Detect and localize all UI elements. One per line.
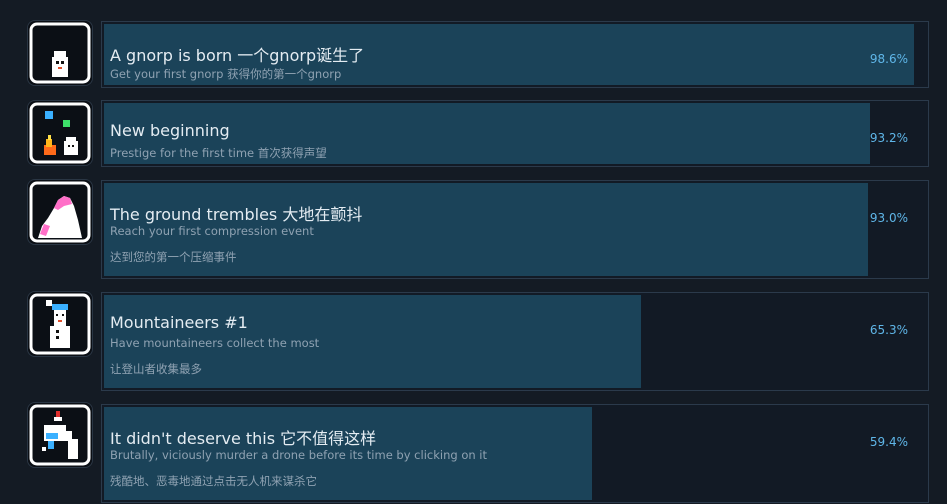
achievement-title: A gnorp is born 一个gnorp诞生了 [110,46,365,65]
achievement-description-cn: 让登山者收集最多 [110,362,202,376]
achievement-title: The ground trembles 大地在颤抖 [110,205,363,224]
achievement-percent: 98.6% [869,52,908,66]
achievement-percent: 65.3% [869,323,908,337]
pink-mountain-icon [28,180,92,244]
achievement-page: { "achievements": [ { "title": "A gnorp … [0,0,947,504]
achievement-panel[interactable]: Mountaineers #1 Have mountaineers collec… [101,292,929,391]
achievement-panel[interactable]: New beginning Prestige for the first tim… [101,100,929,167]
mountaineer-icon [28,292,92,356]
drone-hand-icon [28,403,92,467]
achievement-percent: 59.4% [869,435,908,449]
achievement-percent: 93.0% [869,211,908,225]
achievement-panel[interactable]: It didn't deserve this 它不值得这样 Brutally, … [101,404,929,503]
achievement-panel[interactable]: A gnorp is born 一个gnorp诞生了 Get your firs… [101,21,929,88]
fire-gnorp-icon [28,101,92,165]
achievement-description-cn: 残酷地、恶毒地通过点击无人机来谋杀它 [110,474,317,488]
achievement-description: Prestige for the first time 首次获得声望 [110,146,327,160]
achievement-title: New beginning [110,121,230,140]
achievement-percent: 93.2% [869,131,908,145]
achievement-description-cn: 达到您的第一个压缩事件 [110,250,237,264]
achievement-description: Get your first gnorp 获得你的第一个gnorp [110,67,342,81]
achievement-description: Have mountaineers collect the most [110,336,320,350]
gnorp-icon [28,21,92,85]
achievement-panel[interactable]: The ground trembles 大地在颤抖 Reach your fir… [101,180,929,279]
achievement-title: Mountaineers #1 [110,313,248,332]
achievement-title: It didn't deserve this 它不值得这样 [110,429,377,448]
achievement-description: Brutally, viciously murder a drone befor… [110,448,488,462]
achievement-description: Reach your first compression event [110,224,314,238]
